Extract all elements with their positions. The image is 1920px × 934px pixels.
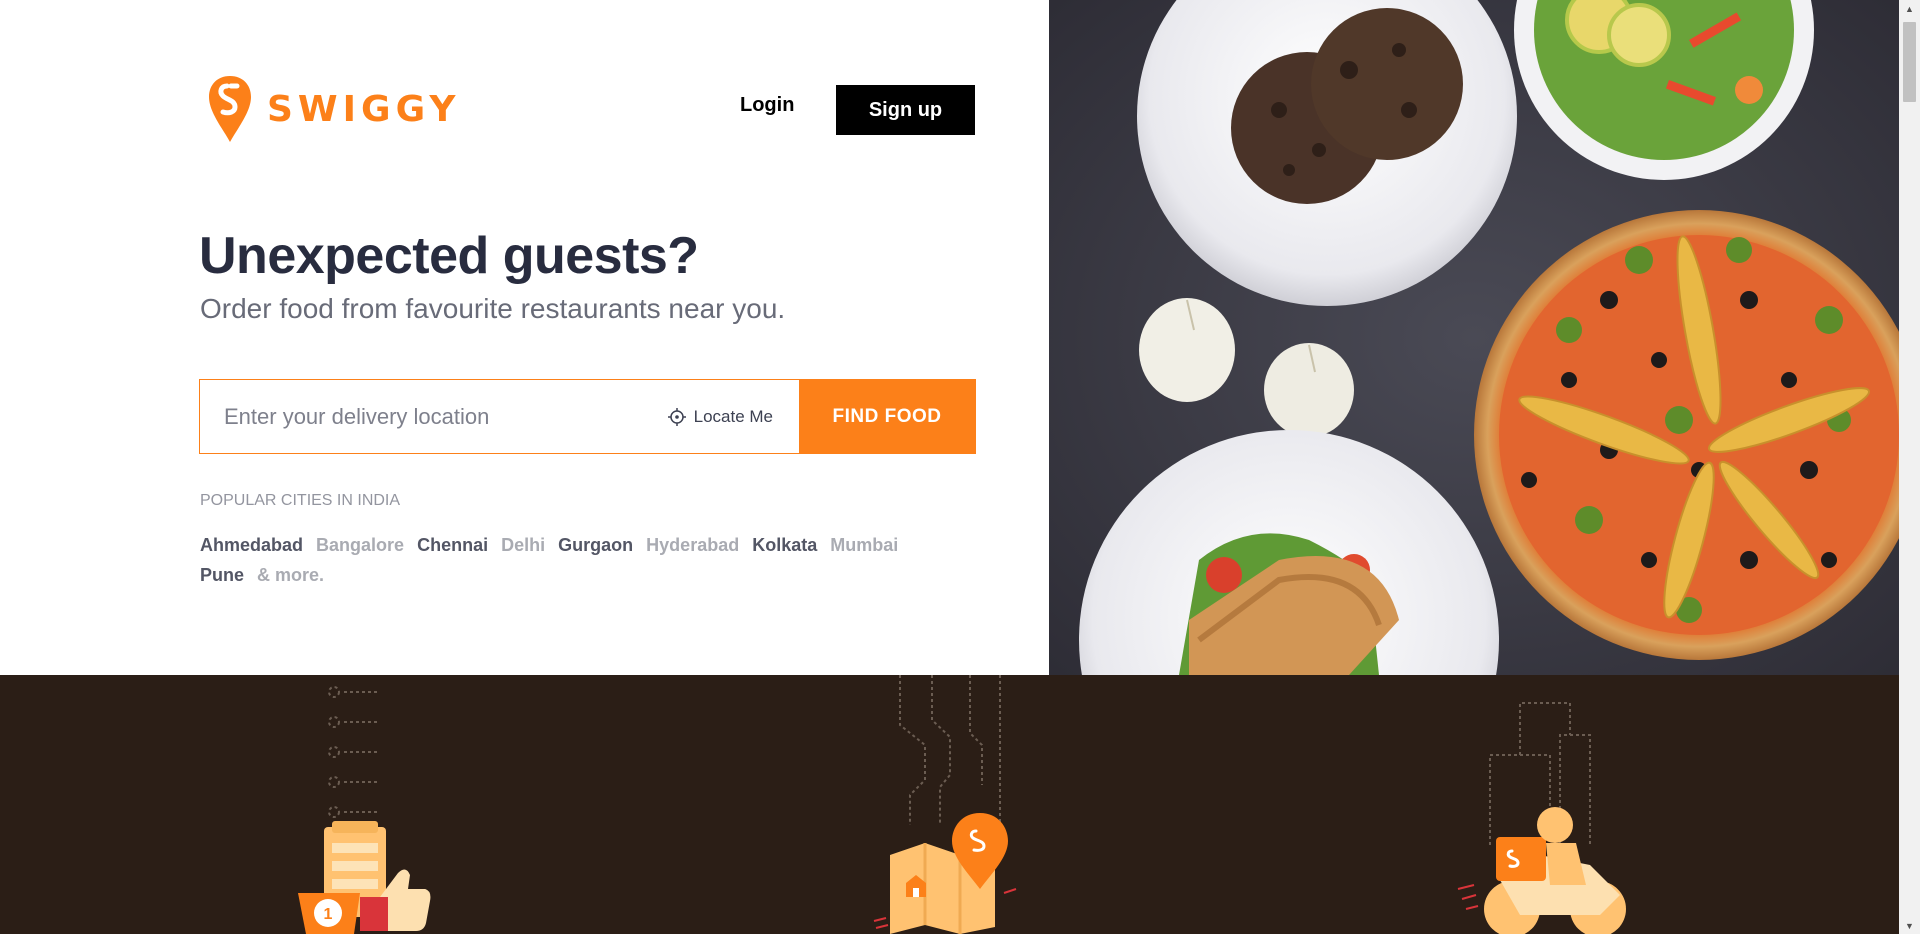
city-link[interactable]: Gurgaon xyxy=(558,535,633,555)
locate-me-label: Locate Me xyxy=(693,406,773,426)
delivery-scooter-illustration xyxy=(1457,702,1626,934)
page-scrollbar[interactable]: ▲ ▼ xyxy=(1899,0,1920,934)
city-link[interactable]: Kolkata xyxy=(752,535,817,555)
popular-cities-title: POPULAR CITIES IN INDIA xyxy=(200,492,401,509)
city-link[interactable]: Chennai xyxy=(417,535,488,555)
signup-button[interactable]: Sign up xyxy=(836,85,975,135)
city-link[interactable]: Ahmedabad xyxy=(200,535,303,555)
city-link[interactable]: Pune xyxy=(200,565,244,585)
locate-me-button[interactable]: Locate Me xyxy=(667,380,799,453)
scroll-up-icon[interactable]: ▲ xyxy=(1899,0,1920,17)
more-cities-link[interactable]: & more. xyxy=(257,565,324,585)
location-search-box: Locate Me FIND FOOD xyxy=(199,379,976,454)
hero-food-image xyxy=(1049,0,1899,675)
popular-cities-list: Ahmedabad Bangalore Chennai Delhi Gurgao… xyxy=(200,530,940,590)
swiggy-pin-icon xyxy=(209,76,251,142)
hero-section: SWIGGY Login Sign up Unexpected guests? … xyxy=(0,0,1049,675)
city-link[interactable]: Mumbai xyxy=(830,535,898,555)
city-link[interactable]: Delhi xyxy=(501,535,545,555)
login-link[interactable]: Login xyxy=(740,94,794,117)
crosshair-icon xyxy=(667,407,686,426)
features-strip: 1 xyxy=(0,675,1899,934)
delivery-location-input[interactable] xyxy=(200,380,668,453)
order-illustration: 1 xyxy=(298,686,431,934)
hero-subheadline: Order food from favourite restaurants ne… xyxy=(200,293,786,324)
scroll-thumb[interactable] xyxy=(1903,22,1916,102)
city-link[interactable]: Hyderabad xyxy=(646,535,739,555)
swiggy-logo[interactable]: SWIGGY xyxy=(207,74,460,144)
brand-name: SWIGGY xyxy=(267,88,461,130)
svg-text:1: 1 xyxy=(324,906,333,923)
city-link[interactable]: Bangalore xyxy=(316,535,404,555)
find-food-button[interactable]: FIND FOOD xyxy=(799,380,975,453)
hero-headline: Unexpected guests? xyxy=(199,227,699,285)
scroll-down-icon[interactable]: ▼ xyxy=(1899,917,1920,934)
map-pin-illustration xyxy=(873,675,1017,934)
